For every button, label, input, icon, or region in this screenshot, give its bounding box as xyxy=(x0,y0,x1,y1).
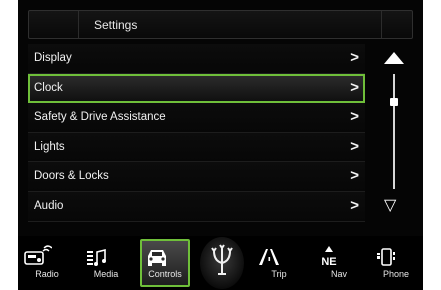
trident-logo-icon xyxy=(200,237,244,289)
bottom-tab-bar: Radio Media Controls Trip NE Nav Phone xyxy=(18,236,423,290)
header-back-area[interactable] xyxy=(29,11,79,38)
menu-item-label: Audio xyxy=(34,199,64,212)
chevron-right-icon: > xyxy=(350,196,359,214)
tab-label: Phone xyxy=(382,269,410,279)
menu-item-lights[interactable]: Lights > xyxy=(28,132,365,163)
menu-item-label: Safety & Drive Assistance xyxy=(34,111,166,124)
tab-nav[interactable]: NE Nav xyxy=(314,239,364,287)
tab-label: Controls xyxy=(148,269,182,279)
chevron-right-icon: > xyxy=(350,78,359,96)
settings-list: Display > Clock > Safety & Drive Assista… xyxy=(28,44,365,224)
chevron-right-icon: > xyxy=(350,49,359,66)
scroll-thumb[interactable] xyxy=(390,98,398,106)
menu-item-label: Lights xyxy=(34,140,65,153)
menu-item-display[interactable]: Display > xyxy=(28,44,365,74)
menu-item-doors-locks[interactable]: Doors & Locks > xyxy=(28,162,365,192)
chevron-right-icon: > xyxy=(350,108,359,126)
tab-label: Trip xyxy=(271,269,287,279)
tab-media[interactable]: Media xyxy=(81,239,131,287)
infotainment-screen: Settings Display > Clock > Safety & Driv… xyxy=(18,0,423,290)
compass-icon: NE xyxy=(321,246,337,268)
tab-radio[interactable]: Radio xyxy=(22,239,72,287)
scroll-track[interactable] xyxy=(393,74,395,189)
menu-item-label: Clock xyxy=(34,81,63,94)
road-icon xyxy=(259,249,279,265)
compass-heading: NE xyxy=(321,256,336,268)
scroll-down-icon[interactable]: ▽ xyxy=(384,198,396,214)
chevron-right-icon: > xyxy=(350,137,359,155)
menu-item-audio[interactable]: Audio > xyxy=(28,191,365,222)
header-right-area[interactable] xyxy=(381,11,382,38)
header-bar: Settings xyxy=(28,10,413,39)
tab-label: Nav xyxy=(330,269,347,279)
menu-item-safety-drive-assistance[interactable]: Safety & Drive Assistance > xyxy=(28,103,365,133)
tab-controls[interactable]: Controls xyxy=(140,239,190,287)
radio-icon xyxy=(24,245,52,265)
chevron-right-icon: > xyxy=(350,167,359,185)
scrollbar[interactable]: ▽ xyxy=(378,48,410,218)
menu-item-clock[interactable]: Clock > xyxy=(28,73,365,104)
car-icon xyxy=(148,250,166,266)
page-title: Settings xyxy=(94,18,138,32)
media-icon xyxy=(87,248,106,266)
tab-phone[interactable]: Phone xyxy=(371,239,421,287)
scroll-up-icon[interactable] xyxy=(384,52,404,64)
menu-item-label: Doors & Locks xyxy=(34,170,109,183)
phone-icon xyxy=(377,248,395,266)
tab-trip[interactable]: Trip xyxy=(254,239,304,287)
tab-label: Media xyxy=(93,269,119,279)
menu-item-label: Display xyxy=(34,52,72,64)
tab-label: Radio xyxy=(35,269,59,279)
